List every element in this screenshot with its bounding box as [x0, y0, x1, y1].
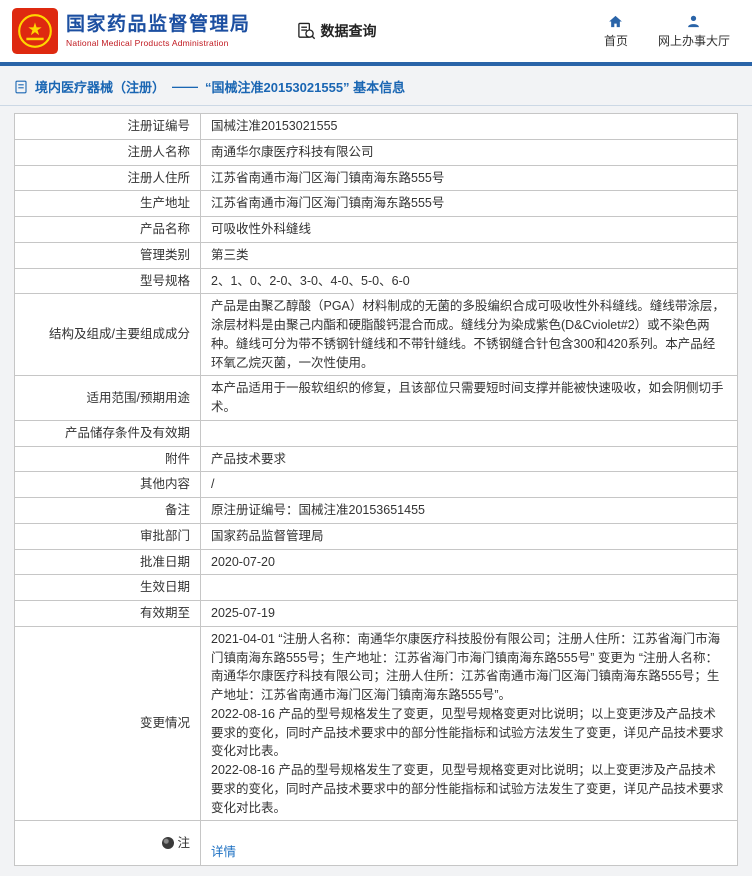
row-label: 产品储存条件及有效期 [14, 419, 201, 447]
table-row: 注册证编号 国械注准20153021555 [14, 113, 738, 140]
nav-online-hall-label: 网上办事大厅 [657, 33, 730, 48]
search-document-icon [297, 22, 316, 41]
row-label: 产品名称 [14, 216, 201, 243]
row-label: 审批部门 [14, 522, 201, 550]
row-value: 国械注准20153021555 [200, 113, 738, 140]
row-value: 南通华尔康医疗科技有限公司 [200, 138, 738, 166]
row-value: 原注册证编号：国械注准20153651455 [200, 497, 738, 524]
row-value: 国家药品监督管理局 [200, 522, 738, 550]
row-value: 2、1、0、2-0、3-0、4-0、5-0、6-0 [200, 267, 738, 295]
row-label: 注册人住所 [14, 164, 201, 192]
table-row: 生产地址 江苏省南通市海门区海门镇南海东路555号 [14, 190, 738, 217]
table-row: 附件 产品技术要求 [14, 445, 738, 473]
table-row: 生效日期 [14, 574, 738, 601]
table-row: 注册人名称 南通华尔康医疗科技有限公司 [14, 138, 738, 166]
data-query-label: 数据查询 [320, 23, 377, 39]
row-label: 结构及组成/主要组成成分 [14, 293, 201, 377]
person-icon [686, 14, 701, 29]
org-name-cn: 国家药品监督管理局 [66, 13, 251, 35]
nav-home-label: 首页 [603, 33, 628, 48]
brand: ★ 国家药品监督管理局 National Medical Products Ad… [12, 8, 251, 54]
row-label: 附件 [14, 445, 201, 473]
row-value: 2025-07-19 [200, 600, 738, 627]
row-value: 产品是由聚乙醇酸（PGA）材料制成的无菌的多股编织合成可吸收性外科缝线。缝线带涂… [200, 293, 738, 377]
row-value: 江苏省南通市海门区海门镇南海东路555号 [200, 164, 738, 192]
row-value [200, 419, 738, 447]
row-value: 本产品适用于一般软组织的修复，且该部位只需要短时间支撑并能被快速吸收，如会阴侧切… [200, 375, 738, 421]
breadcrumb: 境内医疗器械（注册） —— “国械注准20153021555” 基本信息 [0, 66, 752, 106]
table-row: 注册人住所 江苏省南通市海门区海门镇南海东路555号 [14, 164, 738, 192]
row-label: 管理类别 [14, 241, 201, 269]
page-title: “国械注准20153021555” 基本信息 [205, 80, 406, 95]
nav-online-hall[interactable]: 网上办事大厅 [658, 14, 730, 49]
row-value: 可吸收性外科缝线 [200, 216, 738, 243]
table-row: 有效期至 2025-07-19 [14, 600, 738, 627]
detail-link[interactable]: 详情 [211, 845, 236, 859]
home-icon [608, 14, 623, 29]
table-row: 变更情况 2021-04-01 “注册人名称：南通华尔康医疗科技股份有限公司；注… [14, 625, 738, 822]
note-label-text: 注 [177, 835, 190, 850]
table-row: 管理类别 第三类 [14, 241, 738, 269]
row-label: 注册证编号 [14, 113, 201, 140]
note-icon [162, 836, 175, 849]
document-icon [14, 80, 28, 94]
table-row: 适用范围/预期用途 本产品适用于一般软组织的修复，且该部位只需要短时间支撑并能被… [14, 375, 738, 421]
row-value: / [200, 471, 738, 498]
nmpa-emblem-logo: ★ [12, 8, 58, 54]
row-label: 其他内容 [14, 471, 201, 498]
row-label: 生效日期 [14, 574, 201, 601]
row-value [200, 574, 738, 601]
row-value: 2021-04-01 “注册人名称：南通华尔康医疗科技股份有限公司；注册人住所：… [200, 625, 738, 822]
table-row: 产品储存条件及有效期 [14, 419, 738, 447]
row-label: 注 [14, 820, 201, 866]
nav-home[interactable]: 首页 [604, 14, 628, 49]
table-row-note: 注 详情 [14, 820, 738, 866]
table-row: 审批部门 国家药品监督管理局 [14, 522, 738, 550]
svg-text:★: ★ [27, 19, 42, 39]
table-row: 批准日期 2020-07-20 [14, 548, 738, 576]
registration-table: 注册证编号 国械注准20153021555 注册人名称 南通华尔康医疗科技有限公… [14, 113, 738, 866]
table-row: 结构及组成/主要组成成分 产品是由聚乙醇酸（PGA）材料制成的无菌的多股编织合成… [14, 293, 738, 377]
row-label: 有效期至 [14, 600, 201, 627]
row-value: 第三类 [200, 241, 738, 269]
table-row: 型号规格 2、1、0、2-0、3-0、4-0、5-0、6-0 [14, 267, 738, 295]
row-label: 变更情况 [14, 625, 201, 822]
row-value: 详情 [200, 820, 738, 866]
row-value: 产品技术要求 [200, 445, 738, 473]
org-name-en: National Medical Products Administration [66, 38, 229, 49]
breadcrumb-category[interactable]: 境内医疗器械（注册） [35, 77, 165, 96]
row-label: 型号规格 [14, 267, 201, 295]
row-label: 注册人名称 [14, 138, 201, 166]
table-row: 其他内容 / [14, 471, 738, 498]
data-query-link[interactable]: 数据查询 [297, 21, 377, 41]
row-label: 适用范围/预期用途 [14, 375, 201, 421]
brand-text: 国家药品监督管理局 National Medical Products Admi… [66, 14, 251, 49]
row-label: 备注 [14, 497, 201, 524]
top-nav: 首页 网上办事大厅 [604, 14, 736, 49]
table-row: 备注 原注册证编号：国械注准20153651455 [14, 497, 738, 524]
top-header: ★ 国家药品监督管理局 National Medical Products Ad… [0, 0, 752, 62]
row-label: 生产地址 [14, 190, 201, 217]
table-row: 产品名称 可吸收性外科缝线 [14, 216, 738, 243]
row-value: 江苏省南通市海门区海门镇南海东路555号 [200, 190, 738, 217]
registration-info: 注册证编号 国械注准20153021555 注册人名称 南通华尔康医疗科技有限公… [0, 106, 752, 876]
row-value: 2020-07-20 [200, 548, 738, 576]
breadcrumb-dash: —— [172, 79, 199, 94]
row-label: 批准日期 [14, 548, 201, 576]
